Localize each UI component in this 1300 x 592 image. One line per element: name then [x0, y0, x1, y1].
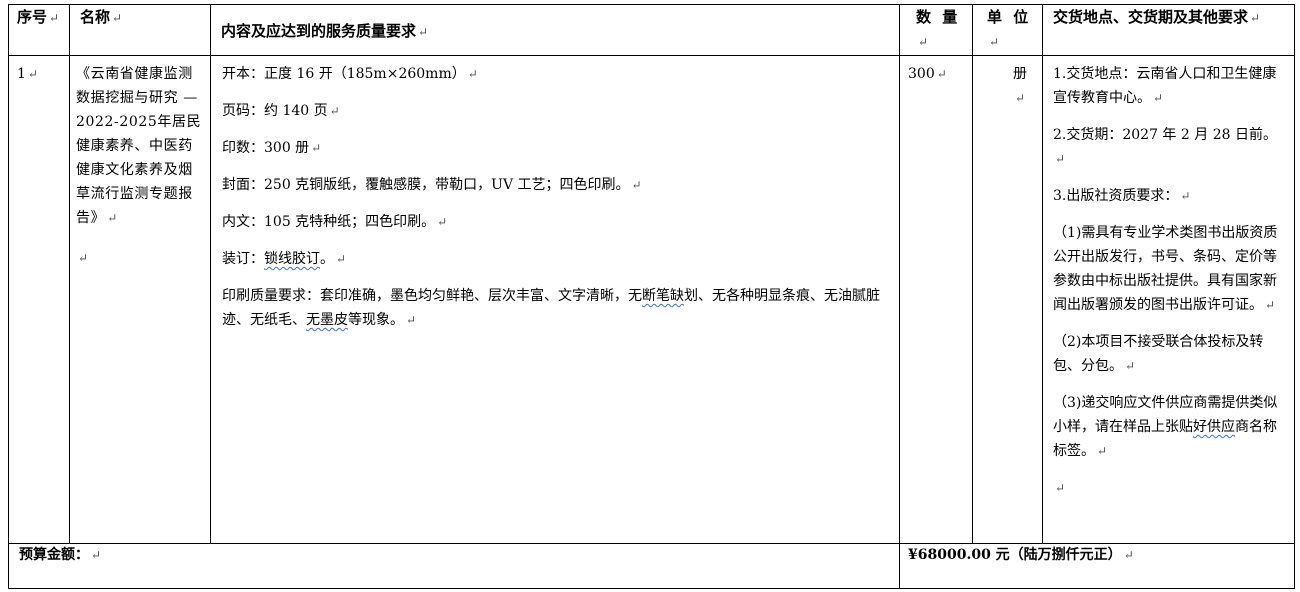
header-name: 名称 ↵ — [69, 4, 211, 56]
qualification-3: （3)递交响应文件供应商需提供类似小样，请在样品上张贴好供应商名称标签。 ↵ — [1053, 395, 1278, 459]
cell-index: 1 ↵ — [8, 55, 70, 544]
budget-amount: ¥68000.00 元（陆万捌仟元正） — [908, 547, 1122, 563]
spec-pages: 页码：约 140 页 ↵ — [222, 103, 340, 119]
spec-binding: 装订：锁线胶订。 ↵ — [222, 251, 347, 267]
header-quantity: 数 量↵ — [899, 4, 973, 56]
header-index: 序号 ↵ — [8, 4, 70, 56]
cell-unit: 册↵ — [972, 55, 1043, 544]
header-delivery: 交货地点、交货期及其他要求 ↵ — [1042, 4, 1295, 56]
delivery-date: 2.交货期：2027 年 2 月 28 日前。↵ — [1053, 127, 1277, 166]
cell-name: 《云南省健康监测数据挖掘与研究 — 2022-2025年居民健康素养、中医药健康… — [69, 55, 211, 544]
item-row: 1 ↵ 《云南省健康监测数据挖掘与研究 — 2022-2025年居民健康素养、中医… — [8, 55, 1295, 544]
budget-label-cell: 预算金额： ↵ — [8, 543, 900, 589]
cell-content: 开本：正度 16 开（185m×260mm） ↵ 页码：约 140 页 ↵ 印数：3… — [210, 55, 900, 544]
item-name: 《云南省健康监测数据挖掘与研究 — 2022-2025年居民健康素养、中医药健康… — [76, 66, 202, 226]
publisher-qualification: 3.出版社资质要求： ↵ — [1053, 188, 1191, 204]
spec-table: 序号 ↵ 名称 ↵ 内容及应达到的服务质量要求 ↵ 数 量↵ 单 位↵ 交货地点、交货… — [8, 4, 1295, 589]
spec-quality: 印刷质量要求：套印准确，墨色均匀鲜艳、层次丰富、文字清晰，无断笔缺划、无各种明显… — [222, 288, 880, 328]
spec-inner: 内文：105 克特种纸；四色印刷。 ↵ — [222, 214, 448, 230]
budget-row: 预算金额： ↵ ¥68000.00 元（陆万捌仟元正） ↵ — [8, 543, 1295, 589]
header-content: 内容及应达到的服务质量要求 ↵ — [210, 4, 900, 56]
spec-print-run: 印数：300 册 ↵ — [222, 140, 322, 156]
header-unit: 单 位↵ — [972, 4, 1043, 56]
header-row: 序号 ↵ 名称 ↵ 内容及应达到的服务质量要求 ↵ 数 量↵ 单 位↵ 交货地点、交货… — [8, 4, 1295, 56]
spec-format: 开本：正度 16 开（185m×260mm） ↵ — [222, 66, 478, 82]
spec-cover: 封面：250 克铜版纸，覆触感膜，带勒口，UV 工艺；四色印刷。 ↵ — [222, 177, 642, 193]
cell-quantity: 300 ↵ — [899, 55, 973, 544]
qualification-1: （1)需具有专业学术类图书出版资质公开出版发行，书号、条码、定价等参数由中标出版… — [1053, 225, 1278, 313]
cell-delivery: 1.交货地点：云南省人口和卫生健康宣传教育中心。 ↵ 2.交货期：2027 年 2… — [1042, 55, 1295, 544]
delivery-location: 1.交货地点：云南省人口和卫生健康宣传教育中心。 ↵ — [1053, 66, 1277, 106]
budget-value-cell: ¥68000.00 元（陆万捌仟元正） ↵ — [899, 543, 1295, 589]
qualification-2: （2)本项目不接受联合体投标及转包、分包。 ↵ — [1053, 334, 1264, 374]
